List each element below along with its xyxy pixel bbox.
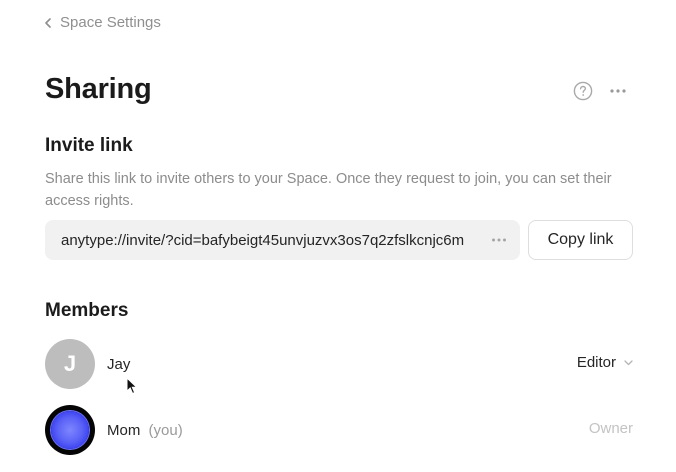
role-label-owner: Owner	[589, 420, 633, 437]
member-name: Mom (you)	[107, 422, 183, 439]
page-title: Sharing	[45, 73, 152, 105]
copy-link-button[interactable]: Copy link	[528, 220, 633, 260]
avatar: J	[45, 339, 95, 389]
member-name-text: Jay	[107, 355, 131, 373]
space-settings-sharing-page: Space Settings Sharing Invite link Share…	[0, 0, 676, 472]
mouse-pointer-icon	[126, 377, 138, 395]
invite-description: Share this link to invite others to your…	[45, 171, 612, 209]
back-label: Space Settings	[60, 14, 161, 31]
more-horizontal-icon[interactable]	[608, 82, 628, 100]
role-label: Owner	[588, 420, 633, 437]
member-name-text: Mom	[107, 421, 141, 439]
invite-link-field[interactable]: anytype://invite/?cid=bafybeigt45unvjuzv…	[45, 220, 520, 260]
member-you-suffix: (you)	[148, 421, 183, 439]
chevron-down-icon	[624, 359, 633, 365]
help-circle-icon[interactable]	[573, 81, 593, 101]
role-label: Editor	[576, 354, 616, 371]
invite-link-value[interactable]: anytype://invite/?cid=bafybeigt45unvjuzv…	[61, 232, 476, 249]
avatar-gradient	[51, 411, 89, 449]
invite-link-heading: Invite link	[45, 135, 133, 156]
member-name: Jay	[107, 356, 130, 373]
chevron-left-icon	[45, 17, 51, 28]
member-row-mom: Mom (you) Owner	[45, 405, 635, 455]
role-dropdown[interactable]: Editor	[577, 354, 633, 371]
link-more-icon[interactable]	[490, 232, 508, 248]
avatar-initial: J	[63, 351, 77, 376]
back-breadcrumb[interactable]: Space Settings	[44, 14, 161, 31]
avatar	[45, 405, 95, 455]
members-heading: Members	[45, 300, 129, 321]
